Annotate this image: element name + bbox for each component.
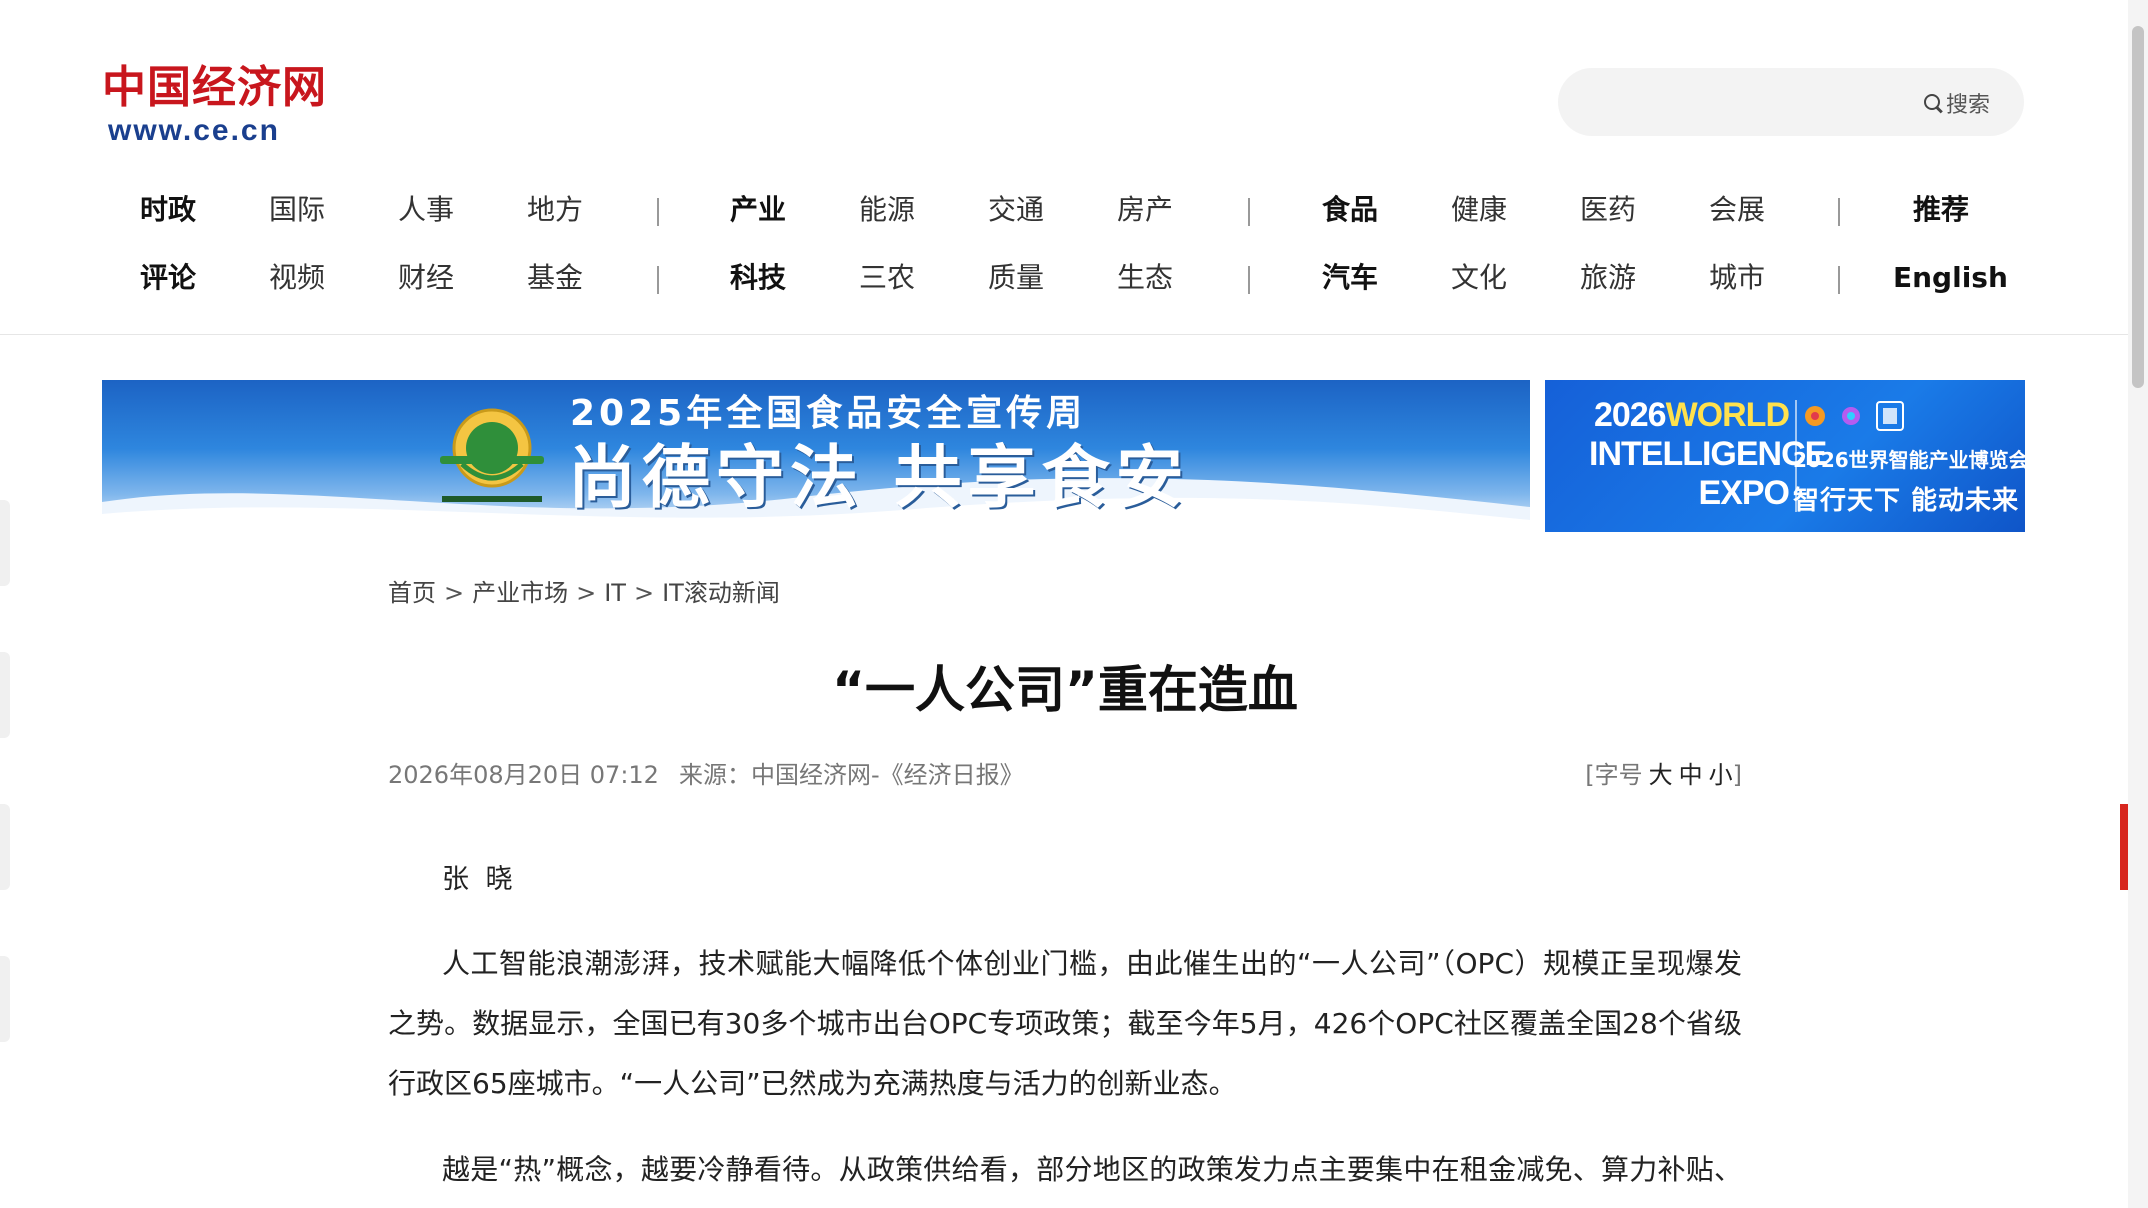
left-edge-tab[interactable] (0, 956, 10, 1042)
expo-logos-icon (1805, 401, 1904, 431)
breadcrumb-home[interactable]: 首页 (388, 579, 436, 607)
nav-item-nengyuan[interactable]: 能源 (859, 192, 915, 228)
nav-item-keji[interactable]: 科技 (730, 260, 786, 296)
logo-url-text: www.ce.cn (108, 114, 280, 147)
nav-item-difang[interactable]: 地方 (527, 192, 583, 228)
nav-separator (1248, 266, 1250, 294)
nav-item-guoji[interactable]: 国际 (269, 192, 325, 228)
nav-item-lvyou[interactable]: 旅游 (1580, 260, 1636, 296)
nav-item-jijin[interactable]: 基金 (527, 260, 583, 296)
nav-item-qiche[interactable]: 汽车 (1322, 260, 1378, 296)
nav-item-fangchan[interactable]: 房产 (1117, 192, 1173, 228)
breadcrumb-separator: > (576, 579, 597, 607)
nav-item-sannong[interactable]: 三农 (859, 260, 915, 296)
article-datetime: 2026年08月20日 07:12 (388, 761, 659, 789)
world-intelligence-expo-banner[interactable]: 2026WORLD INTELLIGENCE EXPO 2026世界智能产业博览… (1545, 380, 2025, 532)
article-source: 来源：中国经济网-《经济日报》 (678, 761, 1024, 789)
article-paragraph: 人工智能浪潮澎湃，技术赋能大幅降低个体创业门槛，由此催生出的“一人公司”（OPC… (388, 947, 1742, 1100)
nav-item-english[interactable]: English (1893, 260, 2008, 296)
font-size-large-button[interactable]: 大 (1649, 761, 1673, 789)
article-meta: 2026年08月20日 07:12 来源：中国经济网-《经济日报》 (388, 758, 1024, 792)
article-author: 张 晓 (442, 864, 517, 895)
left-edge-tab[interactable] (0, 804, 10, 890)
search-icon (1923, 94, 1942, 112)
nav-item-jiankang[interactable]: 健康 (1451, 192, 1507, 228)
breadcrumb-separator: > (633, 579, 655, 607)
floating-side-tab[interactable] (2120, 804, 2128, 890)
article-title: “一人公司”重在造血 (832, 661, 1298, 719)
nav-item-chanye[interactable]: 产业 (730, 192, 786, 228)
expo-line3: EXPO (1698, 474, 1790, 512)
left-edge-tab[interactable] (0, 652, 10, 738)
header-divider (0, 334, 2128, 335)
nav-item-renshi[interactable]: 人事 (398, 192, 454, 228)
nav-item-shengtai[interactable]: 生态 (1117, 260, 1173, 296)
search-button[interactable]: 搜索 (1923, 88, 1990, 118)
font-size-control: [字号大中小] (1585, 758, 1742, 792)
food-banner-subtitle: 2025年全国食品安全宣传周 (570, 393, 1087, 434)
search-box: 搜索 (1558, 68, 2024, 136)
nav-item-wenhua[interactable]: 文化 (1451, 260, 1507, 296)
nav-separator (1248, 198, 1250, 226)
nav-item-caijing[interactable]: 财经 (398, 260, 454, 296)
nav-item-yiyao[interactable]: 医药 (1580, 192, 1636, 228)
breadcrumb-it-news[interactable]: IT滚动新闻 (662, 579, 780, 607)
font-size-medium-button[interactable]: 中 (1679, 761, 1703, 789)
nav-item-chengshi[interactable]: 城市 (1709, 260, 1765, 296)
breadcrumb-separator: > (444, 579, 465, 607)
food-banner-slogan: 尚德守法 共享食安 (568, 438, 1190, 518)
expo-line1: WORLD (1665, 396, 1790, 434)
nav-item-pinglun[interactable]: 评论 (140, 260, 196, 296)
font-size-close-bracket: ] (1732, 761, 1742, 789)
nav-separator (1838, 266, 1840, 294)
expo-english-title: 2026WORLD INTELLIGENCE EXPO (1589, 396, 1827, 513)
expo-line2: INTELLIGENCE (1589, 435, 1827, 473)
nav-item-zhiliang[interactable]: 质量 (988, 260, 1044, 296)
breadcrumb-industry-market[interactable]: 产业市场 (472, 579, 568, 607)
nav-separator (657, 198, 659, 226)
nav-item-shipin-video[interactable]: 视频 (269, 260, 325, 296)
breadcrumb-it[interactable]: IT (604, 579, 626, 607)
food-safety-banner[interactable]: 2025年全国食品安全宣传周 尚德守法 共享食安 (102, 380, 1530, 532)
nav-item-shizheng[interactable]: 时政 (140, 192, 196, 228)
expo-cn-title: 2026世界智能产业博览会 (1793, 448, 2025, 472)
expo-year: 2026 (1593, 396, 1667, 434)
search-button-label: 搜索 (1945, 93, 1990, 118)
nav-separator (1838, 198, 1840, 226)
nav-separator (657, 266, 659, 294)
site-logo[interactable]: 中国经济网 www.ce.cn (102, 62, 326, 152)
font-size-small-button[interactable]: 小 (1709, 761, 1733, 789)
page-scrollbar[interactable] (2128, 0, 2148, 1208)
left-edge-tab[interactable] (0, 500, 10, 586)
logo-cn-text: 中国经济网 (102, 62, 327, 113)
nav-item-tuijian[interactable]: 推荐 (1913, 192, 1969, 228)
font-size-label: [字号 (1585, 761, 1643, 789)
nav-item-jiaotong[interactable]: 交通 (988, 192, 1044, 228)
nav-item-shipin[interactable]: 食品 (1322, 192, 1378, 228)
breadcrumb: 首页 > 产业市场 > IT > IT滚动新闻 (388, 576, 780, 610)
expo-slogan: 智行天下 能动未来 (1793, 486, 2020, 516)
food-safety-emblem-icon (440, 408, 544, 502)
search-input[interactable] (1588, 82, 1918, 122)
nav-item-huizhan[interactable]: 会展 (1709, 192, 1765, 228)
article-paragraph: 越是“热”概念，越要冷静看待。从政策供给看，部分地区的政策发力点主要集中在租金减… (442, 1153, 1742, 1186)
scrollbar-thumb[interactable] (2132, 26, 2144, 388)
